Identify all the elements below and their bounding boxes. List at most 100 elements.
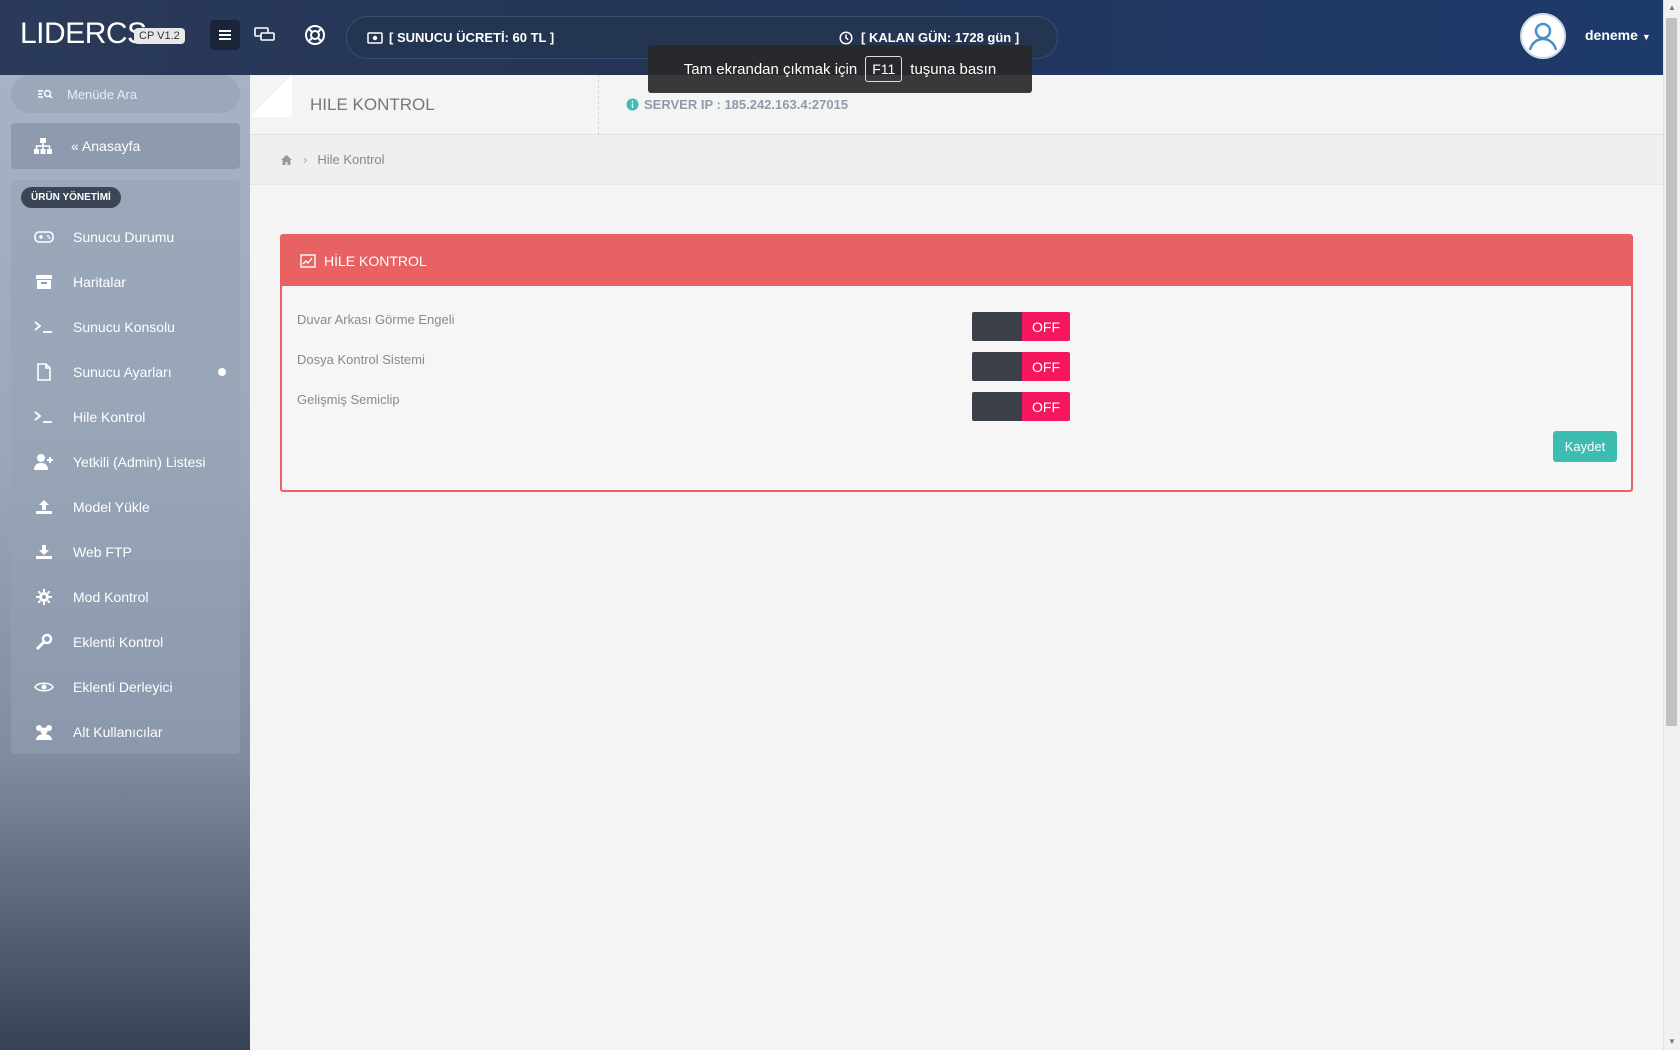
search-placeholder: Menüde Ara — [67, 86, 138, 102]
cheat-control-panel: HİLE KONTROL Duvar Arkası Görme Engeli O… — [280, 234, 1633, 492]
sidebar-item-label: Haritalar — [73, 273, 126, 290]
sidebar-item-label: Model Yükle — [73, 498, 150, 515]
gamepad-icon — [33, 230, 55, 244]
toggle-state: OFF — [1022, 312, 1070, 341]
sidebar-item-2[interactable]: Sunucu Konsolu — [11, 304, 240, 349]
menu-search[interactable]: Menüde Ara — [11, 75, 240, 113]
sidebar-item-1[interactable]: Haritalar — [11, 259, 240, 304]
menu-list: Sunucu Durumu Haritalar Sunucu Konsolu Sunu… — [11, 214, 240, 754]
upload-icon — [33, 499, 55, 515]
toast-text-after: tuşuna basın — [910, 60, 997, 78]
support-button[interactable] — [300, 20, 330, 50]
clock-icon — [839, 30, 853, 45]
row-label: Duvar Arkası Görme Engeli — [297, 312, 455, 327]
toast-key: F11 — [865, 56, 903, 82]
fullscreen-toast: Tam ekrandan çıkmak için F11 tuşuna bası… — [648, 45, 1032, 93]
archive-icon — [33, 274, 55, 290]
sidebar: Menüde Ara « Anasayfa ÜRÜN YÖNETİMİ Sunu… — [0, 75, 250, 1050]
sidebar-item-label: Sunucu Durumu — [73, 228, 175, 245]
user-name: deneme — [1585, 27, 1638, 43]
info-icon — [626, 98, 639, 111]
wrench-icon — [33, 633, 55, 651]
home-icon[interactable] — [280, 154, 293, 166]
sidebar-item-10[interactable]: Eklenti Derleyici — [11, 664, 240, 709]
server-fee-text: [ SUNUCU ÜCRETİ: 60 TL ] — [389, 30, 555, 45]
toggle-wallhack[interactable]: OFF — [972, 312, 1070, 341]
terminal-icon — [33, 410, 55, 424]
sidebar-item-label: Yetkili (Admin) Listesi — [73, 453, 206, 470]
money-icon — [367, 31, 383, 44]
chart-icon — [300, 254, 316, 268]
page-title: HILE KONTROL — [310, 95, 435, 114]
sitemap-icon — [34, 138, 52, 154]
user-menu[interactable]: deneme ▼ — [1585, 27, 1651, 43]
sidebar-item-11[interactable]: Alt Kullanıcılar — [11, 709, 240, 754]
download-icon — [33, 544, 55, 560]
sidebar-item-label: Alt Kullanıcılar — [73, 723, 163, 740]
toggle-state: OFF — [1022, 352, 1070, 381]
toggle-file-check[interactable]: OFF — [972, 352, 1070, 381]
panel-title: HİLE KONTROL — [324, 253, 427, 269]
eye-icon — [33, 679, 55, 695]
server-ip: SERVER IP : 185.242.163.4:27015 — [626, 97, 848, 112]
hamburger-icon — [219, 30, 231, 40]
file-icon — [33, 362, 55, 381]
sidebar-item-label: Sunucu Konsolu — [73, 318, 175, 335]
caret-down-icon: ▼ — [1641, 32, 1651, 42]
panel-header: HİLE KONTROL — [282, 236, 1631, 286]
sidebar-item-9[interactable]: Eklenti Kontrol — [11, 619, 240, 664]
chat-button[interactable] — [250, 20, 280, 50]
row-label: Gelişmiş Semiclip — [297, 392, 400, 407]
toast-text-before: Tam ekrandan çıkmak için — [683, 60, 858, 78]
save-button[interactable]: Kaydet — [1553, 431, 1617, 462]
toggle-semiclip[interactable]: OFF — [972, 392, 1070, 421]
terminal-icon — [33, 320, 55, 334]
header-divider — [598, 75, 599, 135]
days-left-text: [ KALAN GÜN: 1728 gün ] — [861, 30, 1020, 45]
toggle-handle — [972, 392, 1022, 421]
scrollbar-thumb[interactable] — [1666, 18, 1677, 726]
header-corner — [250, 75, 292, 117]
user-plus-icon — [33, 453, 55, 471]
sidebar-item-label: Sunucu Ayarları — [73, 363, 172, 380]
sidebar-item-7[interactable]: Web FTP — [11, 529, 240, 574]
sidebar-item-label: « Anasayfa — [71, 138, 141, 154]
sidebar-item-home[interactable]: « Anasayfa — [11, 123, 240, 169]
server-ip-text: SERVER IP : 185.242.163.4:27015 — [644, 97, 849, 112]
server-fee: [ SUNUCU ÜCRETİ: 60 TL ] — [367, 30, 554, 45]
lifebuoy-icon — [305, 25, 325, 45]
sidebar-item-3[interactable]: Sunucu Ayarları — [11, 349, 240, 394]
search-icon — [38, 89, 53, 99]
menu-toggle-button[interactable] — [210, 20, 240, 50]
app-logo[interactable]: LIDERCS — [20, 17, 147, 51]
user-icon — [1528, 22, 1558, 51]
scroll-down-icon[interactable]: ▼ — [1667, 1037, 1677, 1047]
sidebar-item-label: Eklenti Kontrol — [73, 633, 164, 650]
sidebar-item-5[interactable]: Yetkili (Admin) Listesi — [11, 439, 240, 484]
sidebar-item-label: Hile Kontrol — [73, 408, 146, 425]
scroll-up-icon[interactable]: ▲ — [1667, 3, 1677, 13]
gear-icon — [33, 588, 55, 606]
sidebar-item-label: Mod Kontrol — [73, 588, 149, 605]
days-left: [ KALAN GÜN: 1728 gün ] — [839, 30, 1019, 45]
section-label: ÜRÜN YÖNETİMİ — [21, 187, 121, 208]
product-menu: ÜRÜN YÖNETİMİ Sunucu Durumu Haritalar Sunu… — [11, 180, 240, 754]
chat-icon — [254, 27, 275, 41]
version-badge: CP V1.2 — [134, 28, 185, 44]
toggle-state: OFF — [1022, 392, 1070, 421]
sidebar-item-label: Eklenti Derleyici — [73, 678, 173, 695]
chevron-right-icon: › — [303, 152, 308, 167]
active-dot — [218, 368, 226, 376]
sidebar-item-4[interactable]: Hile Kontrol — [11, 394, 240, 439]
breadcrumb-current: Hile Kontrol — [317, 152, 385, 167]
sidebar-item-8[interactable]: Mod Kontrol — [11, 574, 240, 619]
toggle-handle — [972, 352, 1022, 381]
users-icon — [33, 723, 55, 741]
sidebar-item-label: Web FTP — [73, 543, 132, 560]
sidebar-item-6[interactable]: Model Yükle — [11, 484, 240, 529]
row-label: Dosya Kontrol Sistemi — [297, 352, 425, 367]
user-avatar[interactable] — [1520, 13, 1566, 59]
sidebar-item-0[interactable]: Sunucu Durumu — [11, 214, 240, 259]
toggle-handle — [972, 312, 1022, 341]
breadcrumb: › Hile Kontrol — [250, 135, 1663, 185]
